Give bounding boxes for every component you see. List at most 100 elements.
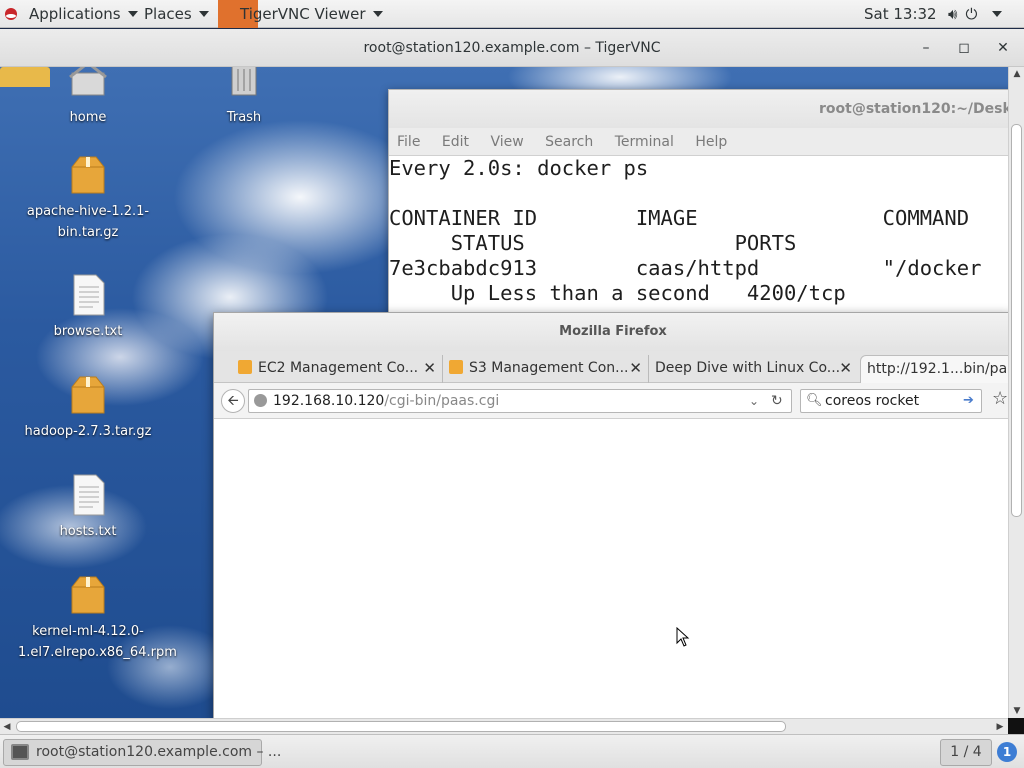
bookmark-star-icon[interactable]: ☆ <box>992 388 1008 409</box>
terminal-line: Up Less than a second 4200/tcp <box>389 281 846 305</box>
terminal-menubar: File Edit View Search Terminal Help <box>389 128 1008 156</box>
back-button[interactable]: 🡨 <box>221 389 245 413</box>
terminal-line: Every 2.0s: docker ps <box>389 156 649 180</box>
tab-paas-cgi[interactable]: http://192.1...bin/paas.cgi <box>860 355 1008 383</box>
aws-cube-icon <box>238 360 252 374</box>
menu-view[interactable]: View <box>490 128 523 156</box>
taskbar-window-label: root@station120.example.com – ... <box>36 744 282 760</box>
menu-help[interactable]: Help <box>695 128 727 156</box>
terminal-line: CONTAINER ID IMAGE COMMAND <box>389 206 970 230</box>
desktop-icon-label: hadoop-2.7.3.tar.gz <box>24 424 152 439</box>
arrow-left-icon: 🡨 <box>227 393 239 409</box>
vertical-scrollbar[interactable]: ▲ ▼ <box>1008 67 1024 718</box>
notification-count: 1 <box>1002 745 1012 759</box>
remote-desktop[interactable]: home Trash apache-hive-1.2.1-bin.tar.gz … <box>0 67 1008 718</box>
search-input[interactable]: 🔍︎ coreos rocket ➔ <box>800 389 982 413</box>
scrollbar-thumb[interactable] <box>1011 124 1022 517</box>
terminal-output[interactable]: Every 2.0s: docker ps​CONTAINER ID IMAGE… <box>389 156 1008 306</box>
volume-icon: 🔊︎ <box>948 5 958 23</box>
tab-label: http://192.1...bin/paas.cgi <box>867 361 1008 377</box>
firefox-title: Mozilla Firefox <box>559 324 667 339</box>
terminal-line: STATUS PORTS <box>389 231 797 255</box>
tab-deep-dive[interactable]: Deep Dive with Linux Co... ✕ <box>648 355 858 383</box>
clock-label: Sat 13:32 <box>864 5 937 23</box>
close-button[interactable]: ✕ <box>993 38 1013 58</box>
desktop-icon-kernel-rpm[interactable]: kernel-ml-4.12.0-1.el7.elrepo.x86_64.rpm <box>18 573 177 663</box>
tab-close-icon[interactable]: ✕ <box>839 355 852 381</box>
tab-label: S3 Management Con... <box>469 360 629 376</box>
system-menu[interactable]: 🔊︎ ⏻ <box>948 0 1010 28</box>
chevron-down-icon <box>127 11 138 17</box>
taskbar-window-button[interactable]: root@station120.example.com – ... <box>3 739 281 766</box>
terminal-titlebar[interactable]: root@station120:~/Desktop <box>389 90 1008 128</box>
text-file-icon <box>73 274 105 316</box>
firefox-titlebar[interactable]: Mozilla Firefox <box>214 313 1008 351</box>
menu-edit[interactable]: Edit <box>442 128 469 156</box>
desktop-icon-browse-txt[interactable]: browse.txt <box>18 273 158 342</box>
chevron-down-icon <box>372 11 383 17</box>
firefox-window[interactable]: Mozilla Firefox EC2 Management Co... ✕ S… <box>213 312 1008 718</box>
url-host: 192.168.10.120 <box>273 393 385 409</box>
desktop-icon-label: browse.txt <box>53 324 123 339</box>
text-file-icon <box>73 474 105 516</box>
terminal-window[interactable]: root@station120:~/Desktop File Edit View… <box>388 89 1008 329</box>
desktop-icon-label: kernel-ml-4.12.0-1.el7.elrepo.x86_64.rpm <box>18 624 177 660</box>
tigervnc-menu-label: TigerVNC Viewer <box>240 5 366 23</box>
scroll-left-icon[interactable]: ◀ <box>0 719 14 735</box>
desktop-icon-label: Trash <box>226 110 262 125</box>
url-bar[interactable]: 192.168.10.120/cgi-bin/paas.cgi ⌄ ↻ <box>248 389 792 413</box>
desktop-icon-home[interactable]: home <box>18 67 158 128</box>
reload-icon[interactable]: ↻ <box>771 390 783 412</box>
workspace-label: 1 / 4 <box>950 744 982 760</box>
terminal-title: root@station120:~/Desktop <box>819 101 1008 117</box>
tab-label: Deep Dive with Linux Co... <box>655 360 841 376</box>
tab-close-icon[interactable]: ✕ <box>629 355 642 381</box>
clock[interactable]: Sat 13:32 <box>864 0 937 28</box>
desktop-icon-hadoop[interactable]: hadoop-2.7.3.tar.gz <box>18 373 158 442</box>
applications-menu-label: Applications <box>29 5 121 23</box>
tab-bar: EC2 Management Co... ✕ S3 Management Con… <box>214 351 1008 383</box>
minimize-button[interactable]: – <box>916 38 936 58</box>
terminal-line: ​ <box>389 181 1008 206</box>
tab-s3-management[interactable]: S3 Management Con... ✕ <box>442 355 648 383</box>
trash-icon <box>231 67 257 96</box>
vnc-window-title: root@station120.example.com – TigerVNC <box>363 40 661 56</box>
places-menu[interactable]: Places <box>144 0 209 28</box>
desktop-icon-apache-hive[interactable]: apache-hive-1.2.1-bin.tar.gz <box>18 153 158 243</box>
desktop-icon-label: apache-hive-1.2.1-bin.tar.gz <box>26 204 150 240</box>
archive-icon <box>71 156 105 194</box>
menu-terminal[interactable]: Terminal <box>615 128 674 156</box>
page-content[interactable] <box>214 419 1008 718</box>
horizontal-scrollbar[interactable]: ◀ ▶ <box>0 718 1008 734</box>
desktop-icon-trash[interactable]: Trash <box>174 67 314 128</box>
scroll-down-icon[interactable]: ▼ <box>1009 704 1024 718</box>
tab-label: EC2 Management Co... <box>258 360 419 376</box>
menu-file[interactable]: File <box>397 128 420 156</box>
terminal-line: 7e3cbabdc913 caas/httpd "/docker <box>389 256 982 280</box>
vnc-window-titlebar[interactable]: root@station120.example.com – TigerVNC –… <box>0 29 1024 67</box>
top-panel: Applications Places TigerVNC Viewer Sat … <box>0 0 1024 28</box>
tab-ec2-management[interactable]: EC2 Management Co... ✕ <box>232 355 442 383</box>
tab-close-icon[interactable]: ✕ <box>423 355 436 381</box>
desktop-icon-hosts-txt[interactable]: hosts.txt <box>18 473 158 542</box>
scroll-right-icon[interactable]: ▶ <box>993 719 1007 735</box>
arrow-right-icon[interactable]: ➔ <box>963 390 974 412</box>
chevron-down-icon[interactable]: ⌄ <box>749 390 759 412</box>
tigervnc-icon <box>11 744 29 760</box>
notification-icon[interactable]: 1 <box>997 742 1017 762</box>
archive-icon <box>71 576 105 614</box>
search-icon: 🔍︎ <box>806 393 823 408</box>
menu-search[interactable]: Search <box>545 128 593 156</box>
applications-menu[interactable]: Applications <box>29 0 138 28</box>
chevron-down-icon <box>992 11 1003 17</box>
desktop-icon-label: hosts.txt <box>59 524 117 539</box>
maximize-button[interactable]: ◻ <box>954 38 974 58</box>
url-path: /cgi-bin/paas.cgi <box>384 393 500 409</box>
chevron-down-icon <box>198 11 209 17</box>
globe-icon <box>254 394 267 407</box>
scrollbar-thumb[interactable] <box>16 721 786 732</box>
scroll-up-icon[interactable]: ▲ <box>1009 67 1024 81</box>
power-icon: ⏻ <box>965 5 978 23</box>
workspace-switcher[interactable]: 1 / 4 <box>940 739 992 766</box>
scrollbar-corner <box>1008 718 1024 734</box>
